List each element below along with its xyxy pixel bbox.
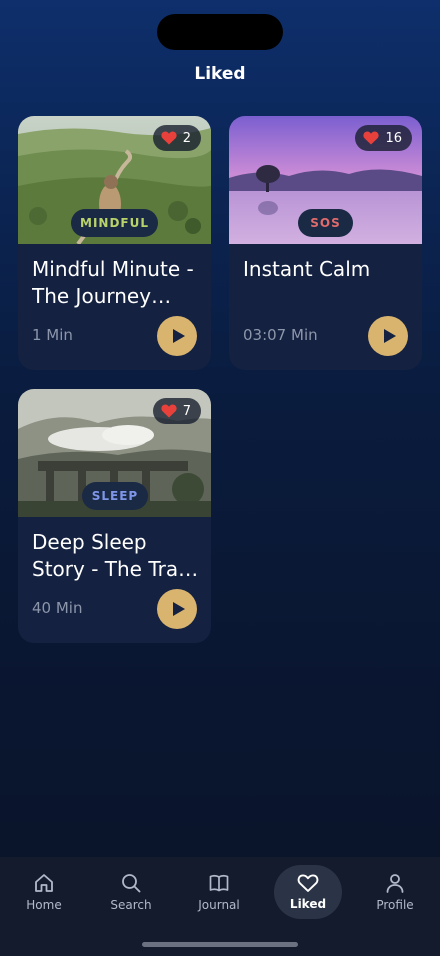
heart-icon bbox=[161, 404, 177, 418]
tab-journal[interactable]: Journal bbox=[185, 865, 253, 919]
like-badge[interactable]: 7 bbox=[152, 398, 201, 424]
category-tag: MINDFUL bbox=[71, 209, 158, 237]
book-icon bbox=[209, 874, 229, 892]
like-badge[interactable]: 2 bbox=[152, 125, 201, 151]
category-tag: SLEEP bbox=[82, 482, 148, 510]
search-icon bbox=[122, 874, 141, 893]
heart-icon bbox=[297, 874, 319, 892]
like-count: 7 bbox=[182, 403, 191, 419]
liked-card-sos[interactable]: 16 SOS Instant Calm 03:07 Min bbox=[229, 116, 422, 370]
play-button[interactable] bbox=[157, 316, 197, 356]
play-button[interactable] bbox=[157, 589, 197, 629]
tab-label: Home bbox=[26, 898, 62, 912]
tab-home[interactable]: Home bbox=[10, 865, 78, 919]
tab-label: Liked bbox=[289, 897, 327, 911]
tab-label: Journal bbox=[198, 898, 240, 912]
user-icon bbox=[386, 874, 404, 893]
heart-icon bbox=[161, 131, 177, 145]
liked-card-mindful[interactable]: 2 MINDFUL Mindful Minute - The Journey W… bbox=[18, 116, 211, 370]
card-title: Instant Calm bbox=[243, 257, 371, 281]
play-icon bbox=[172, 329, 185, 343]
home-icon bbox=[35, 874, 53, 892]
play-icon bbox=[172, 602, 185, 616]
like-count: 2 bbox=[182, 130, 191, 146]
tab-label: Search bbox=[110, 898, 152, 912]
home-indicator bbox=[142, 942, 298, 947]
play-button[interactable] bbox=[368, 316, 408, 356]
tab-liked[interactable]: Liked bbox=[274, 865, 342, 919]
card-title: Deep Sleep Story - The Train Journey bbox=[32, 530, 197, 581]
liked-card-sleep[interactable]: 7 SLEEP Deep Sleep Story - The Train Jou… bbox=[18, 389, 211, 643]
card-title: Mindful Minute - The Journey Within bbox=[32, 257, 194, 308]
card-duration: 1 Min bbox=[32, 326, 73, 344]
dynamic-island bbox=[157, 14, 283, 50]
tab-profile[interactable]: Profile bbox=[361, 865, 429, 919]
category-tag: SOS bbox=[298, 209, 353, 237]
card-duration: 40 Min bbox=[32, 599, 83, 617]
like-count: 16 bbox=[385, 130, 402, 146]
like-badge[interactable]: 16 bbox=[355, 125, 412, 151]
tab-search[interactable]: Search bbox=[97, 865, 165, 919]
card-duration: 03:07 Min bbox=[243, 326, 318, 344]
page-title: Liked bbox=[194, 64, 246, 84]
heart-icon bbox=[363, 131, 380, 145]
tab-label: Profile bbox=[376, 898, 414, 912]
play-icon bbox=[383, 329, 396, 343]
